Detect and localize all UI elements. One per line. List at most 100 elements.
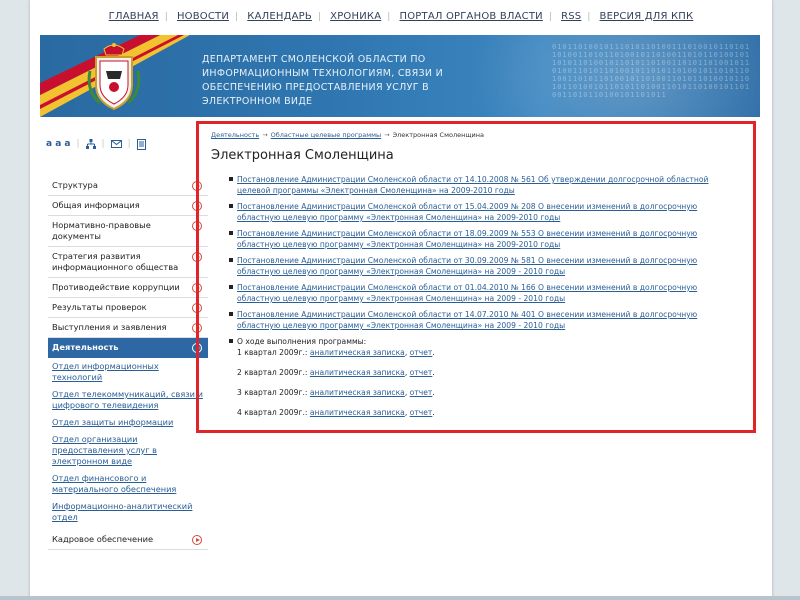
quarter-end: . bbox=[432, 408, 435, 417]
list-item: Постановление Администрации Смоленской о… bbox=[211, 228, 741, 250]
sidebar-item-general-info[interactable]: Общая информация bbox=[48, 196, 208, 216]
progress-heading: О ходе выполнения программы: bbox=[237, 337, 367, 346]
print-icon[interactable] bbox=[136, 138, 146, 150]
nav-link-news[interactable]: НОВОСТИ bbox=[177, 11, 229, 22]
page-tools: a a a | | | bbox=[46, 138, 146, 150]
document-list: Постановление Администрации Смоленской о… bbox=[211, 174, 741, 331]
top-navigation: ГЛАВНАЯ | НОВОСТИ | КАЛЕНДАРЬ | ХРОНИКА | ПО… bbox=[30, 11, 772, 22]
quarter-label: 4 квартал 2009г.: bbox=[237, 408, 308, 417]
banner-title: ДЕПАРТАМЕНТ СМОЛЕНСКОЙ ОБЛАСТИ ПО ИНФОРМ… bbox=[202, 54, 444, 107]
document-link[interactable]: Постановление Администрации Смоленской о… bbox=[237, 229, 697, 249]
sidebar-subitem-link[interactable]: Информационно-аналитический отдел bbox=[52, 501, 192, 522]
breadcrumb-link[interactable]: Областные целевые программы bbox=[271, 131, 382, 139]
binary-pattern: 0101101001011101011010011101001011010110… bbox=[552, 43, 751, 99]
page-title: Электронная Смоленщина bbox=[211, 148, 394, 163]
sidebar-subitem: Отдел финансового и материального обеспе… bbox=[48, 470, 208, 498]
nav-separator: | bbox=[164, 12, 168, 22]
report-link[interactable]: отчет bbox=[410, 388, 433, 397]
sidebar-item-anticorruption[interactable]: Противодействие коррупции bbox=[48, 278, 208, 298]
report-link[interactable]: отчет bbox=[410, 368, 433, 377]
sidebar-subitem-link[interactable]: Отдел телекоммуникаций, связи и цифровог… bbox=[52, 389, 203, 410]
list-item: Постановление Администрации Смоленской о… bbox=[211, 309, 741, 331]
sidebar-item-label: Общая информация bbox=[52, 200, 140, 210]
sidebar-item-label: Деятельность bbox=[52, 342, 119, 352]
quarter-comma: , bbox=[404, 388, 408, 397]
document-link[interactable]: Постановление Администрации Смоленской о… bbox=[237, 175, 708, 195]
header-banner: 0101101001011101011010011101001011010110… bbox=[40, 35, 760, 117]
sidebar-subitem-link[interactable]: Отдел защиты информации bbox=[52, 417, 173, 427]
quarter-comma: , bbox=[404, 348, 408, 357]
mail-icon[interactable] bbox=[110, 140, 122, 148]
quarter-end: . bbox=[432, 388, 435, 397]
nav-link-portal[interactable]: ПОРТАЛ ОРГАНОВ ВЛАСТИ bbox=[399, 11, 542, 22]
quarter-end: . bbox=[432, 368, 435, 377]
main-content: Деятельность → Областные целевые программы… bbox=[196, 121, 756, 433]
document-link[interactable]: Постановление Администрации Смоленской о… bbox=[237, 202, 697, 222]
tools-separator: | bbox=[127, 139, 131, 149]
sidebar-subitem: Информационно-аналитический отдел bbox=[48, 498, 208, 526]
sidebar-item-label: Результаты проверок bbox=[52, 302, 147, 312]
nav-separator: | bbox=[387, 12, 391, 22]
nav-separator: | bbox=[235, 12, 239, 22]
document-link[interactable]: Постановление Администрации Смоленской о… bbox=[237, 310, 697, 330]
quarter-row: 4 квартал 2009г.: аналитическая записка,… bbox=[237, 407, 741, 418]
list-item: Постановление Администрации Смоленской о… bbox=[211, 255, 741, 277]
analytical-note-link[interactable]: аналитическая записка bbox=[310, 388, 405, 397]
nav-link-pda-version[interactable]: ВЕРСИЯ ДЛЯ КПК bbox=[600, 11, 694, 22]
quarter-row: 1 квартал 2009г.: аналитическая записка,… bbox=[237, 347, 741, 358]
chevron-right-icon bbox=[192, 535, 202, 545]
nav-link-calendar[interactable]: КАЛЕНДАРЬ bbox=[247, 11, 312, 22]
sitemap-icon[interactable] bbox=[85, 139, 96, 149]
nav-link-chronicle[interactable]: ХРОНИКА bbox=[330, 11, 381, 22]
sidebar-item-audit-results[interactable]: Результаты проверок bbox=[48, 298, 208, 318]
breadcrumb-separator: → bbox=[262, 131, 268, 139]
analytical-note-link[interactable]: аналитическая записка bbox=[310, 368, 405, 377]
sidebar-item-legal-documents[interactable]: Нормативно-правовые документы bbox=[48, 216, 208, 247]
document-link[interactable]: Постановление Администрации Смоленской о… bbox=[237, 283, 697, 303]
report-link[interactable]: отчет bbox=[410, 348, 433, 357]
sidebar-subitem-link[interactable]: Отдел информационных технологий bbox=[52, 361, 159, 382]
sidebar-item-label: Стратегия развития информационного общес… bbox=[52, 251, 179, 272]
list-item: Постановление Администрации Смоленской о… bbox=[211, 201, 741, 223]
nav-separator: | bbox=[548, 12, 552, 22]
report-link[interactable]: отчет bbox=[410, 408, 433, 417]
page: ГЛАВНАЯ | НОВОСТИ | КАЛЕНДАРЬ | ХРОНИКА | ПО… bbox=[30, 0, 772, 600]
quarter-comma: , bbox=[404, 408, 408, 417]
nav-separator: | bbox=[587, 12, 591, 22]
breadcrumb: Деятельность → Областные целевые программы… bbox=[211, 131, 741, 139]
sidebar-subitem-link[interactable]: Отдел финансового и материального обеспе… bbox=[52, 473, 176, 494]
sidebar-item-structure[interactable]: Структура bbox=[48, 176, 208, 196]
sidebar-item-strategy[interactable]: Стратегия развития информационного общес… bbox=[48, 247, 208, 278]
sidebar-subitem: Отдел телекоммуникаций, связи и цифровог… bbox=[48, 386, 208, 414]
tools-separator: | bbox=[101, 139, 105, 149]
quarter-label: 3 квартал 2009г.: bbox=[237, 388, 308, 397]
sidebar-item-activity[interactable]: Деятельность bbox=[48, 338, 208, 358]
font-size-switcher[interactable]: a a a bbox=[46, 139, 71, 149]
sidebar-subitem-link[interactable]: Отдел организации предоставления услуг в… bbox=[52, 434, 157, 466]
document-link[interactable]: Постановление Администрации Смоленской о… bbox=[237, 256, 697, 276]
sidebar-item-staffing[interactable]: Кадровое обеспечение bbox=[48, 530, 208, 550]
nav-link-rss[interactable]: RSS bbox=[561, 11, 581, 22]
progress-section: О ходе выполнения программы: 1 квартал 2… bbox=[211, 336, 741, 418]
nav-link-home[interactable]: ГЛАВНАЯ bbox=[109, 11, 159, 22]
quarter-comma: , bbox=[404, 368, 408, 377]
sidebar-item-speeches[interactable]: Выступления и заявления bbox=[48, 318, 208, 338]
tools-separator: | bbox=[76, 139, 80, 149]
analytical-note-link[interactable]: аналитическая записка bbox=[310, 348, 405, 357]
quarter-end: . bbox=[432, 348, 435, 357]
sidebar-subitem: Отдел организации предоставления услуг в… bbox=[48, 431, 208, 470]
coat-of-arms-icon bbox=[87, 43, 141, 111]
sidebar-subitem: Отдел защиты информации bbox=[48, 414, 208, 431]
sidebar-item-label: Противодействие коррупции bbox=[52, 282, 180, 292]
bottom-bar bbox=[0, 596, 800, 600]
breadcrumb-link[interactable]: Деятельность bbox=[211, 131, 259, 139]
breadcrumb-separator: → bbox=[384, 131, 390, 139]
quarter-row: 2 квартал 2009г.: аналитическая записка,… bbox=[237, 367, 741, 378]
sidebar-subitem: Отдел информационных технологий bbox=[48, 358, 208, 386]
analytical-note-link[interactable]: аналитическая записка bbox=[310, 408, 405, 417]
quarter-row: 3 квартал 2009г.: аналитическая записка,… bbox=[237, 387, 741, 398]
nav-separator: | bbox=[317, 12, 321, 22]
